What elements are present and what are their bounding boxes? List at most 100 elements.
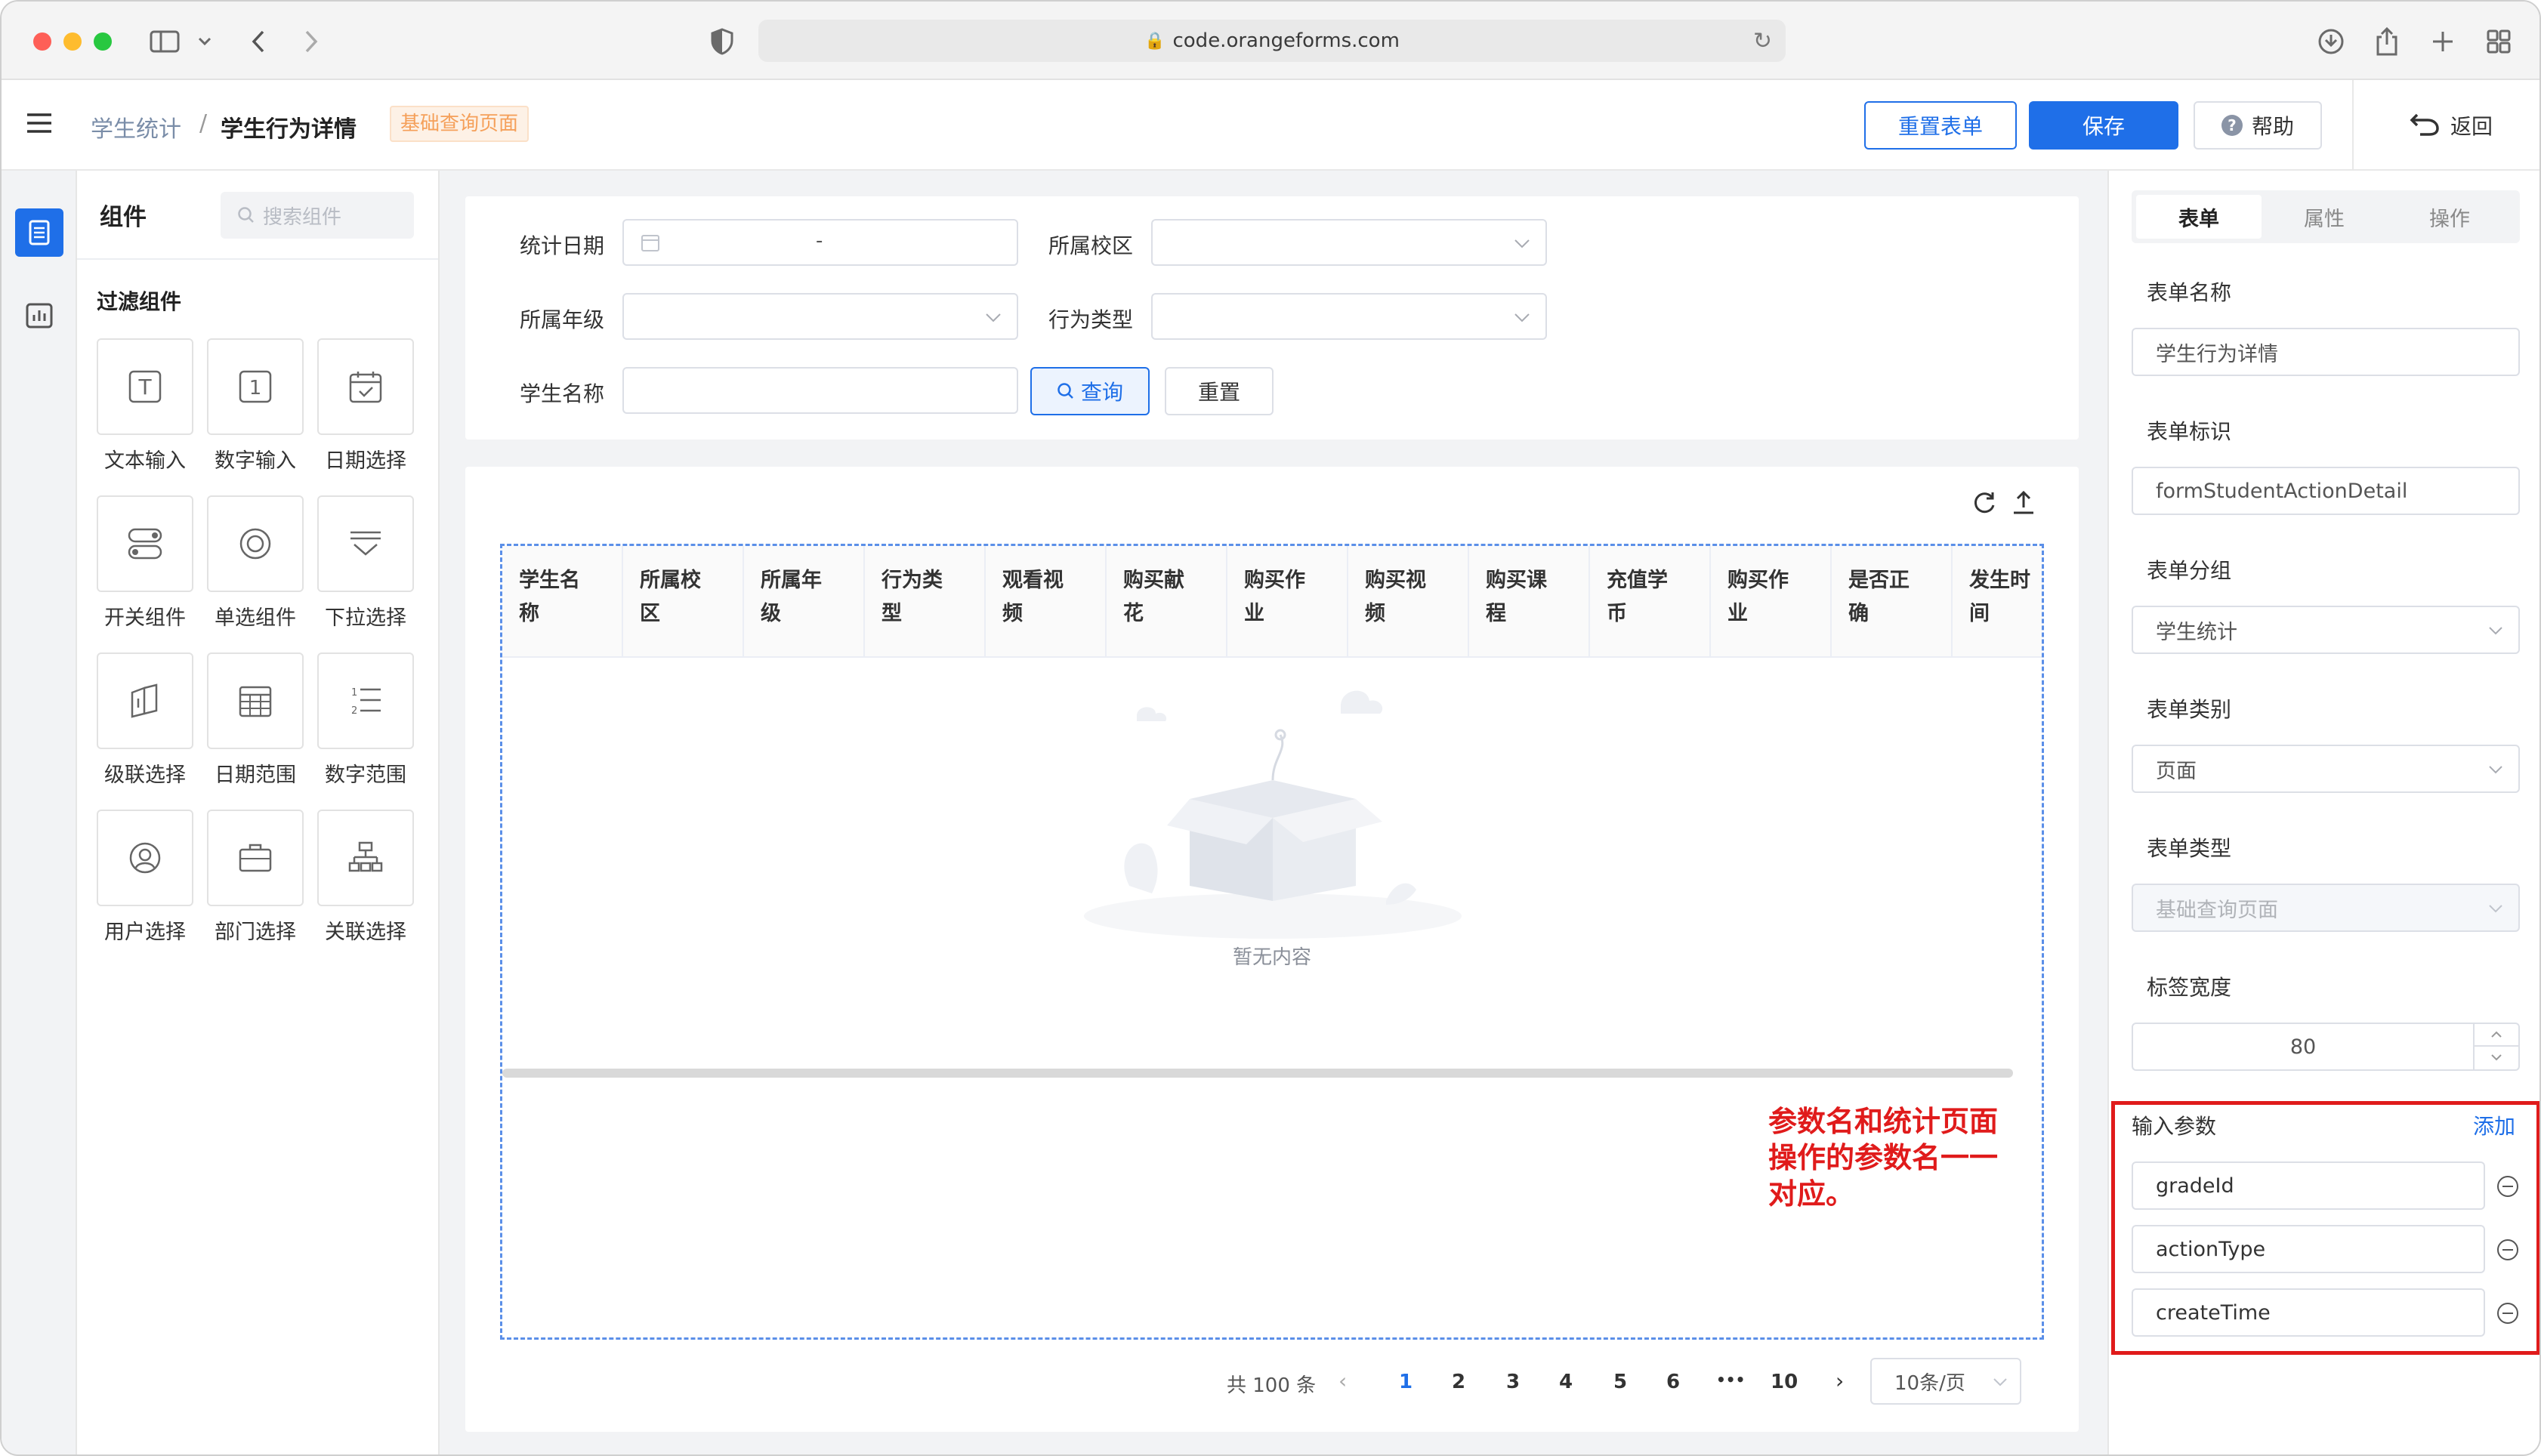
back-arrow-icon[interactable] bbox=[243, 24, 273, 59]
sidebar-toggle-icon[interactable] bbox=[148, 24, 181, 59]
new-tab-icon[interactable] bbox=[2426, 24, 2459, 59]
properties-panel: 表单 属性 操作 表单名称 学生行为详情 表单标识 formStudentAct… bbox=[2107, 171, 2539, 1454]
component-dept-select[interactable]: 部门选择 bbox=[207, 810, 304, 945]
page-size-select[interactable]: 10条/页 bbox=[1870, 1358, 2021, 1405]
component-palette: 组件 搜索组件 过滤组件 T 文本输入 1 数字输入 日期选择 开关组件 单选组… bbox=[77, 171, 440, 1454]
page-5[interactable]: 5 bbox=[1613, 1371, 1627, 1393]
tab-form[interactable]: 表单 bbox=[2136, 195, 2262, 239]
query-button[interactable]: 查询 bbox=[1030, 367, 1150, 415]
help-button[interactable]: ? 帮助 bbox=[2194, 101, 2322, 150]
component-dropdown[interactable]: 下拉选择 bbox=[317, 495, 414, 631]
column-header: 所属年级 bbox=[744, 546, 865, 656]
address-bar[interactable]: 🔒 code.orangeforms.com ↻ bbox=[758, 20, 1786, 62]
horizontal-scrollbar[interactable] bbox=[502, 1069, 2013, 1078]
stat-date-range-input[interactable]: - bbox=[622, 219, 1018, 266]
action-type-select[interactable] bbox=[1151, 293, 1547, 340]
stat-date-label: 统计日期 bbox=[520, 233, 605, 258]
component-date-picker[interactable]: 日期选择 bbox=[317, 338, 414, 474]
student-name-label: 学生名称 bbox=[520, 381, 605, 406]
remove-param-icon[interactable] bbox=[2497, 1303, 2518, 1324]
component-number-range[interactable]: 12 数字范围 bbox=[317, 652, 414, 788]
form-id-input[interactable]: formStudentActionDetail bbox=[2132, 467, 2520, 515]
form-name-input[interactable]: 学生行为详情 bbox=[2132, 328, 2520, 376]
column-header: 发生时间 bbox=[1969, 569, 2030, 625]
column-header: 购买视频 bbox=[1348, 546, 1469, 656]
label-width-stepper[interactable]: 80 bbox=[2132, 1023, 2520, 1071]
export-icon[interactable] bbox=[2011, 489, 2036, 518]
download-icon[interactable] bbox=[2314, 24, 2348, 59]
menu-icon[interactable] bbox=[26, 112, 53, 137]
form-id-label: 表单标识 bbox=[2147, 419, 2232, 444]
column-header: 充值学币 bbox=[1590, 546, 1711, 656]
component-number-input[interactable]: 1 数字输入 bbox=[207, 338, 304, 474]
component-user-select[interactable]: 用户选择 bbox=[97, 810, 193, 945]
component-cascade[interactable]: 级联选择 bbox=[97, 652, 193, 788]
add-param-link[interactable]: 添加 bbox=[2473, 1110, 2515, 1140]
component-radio[interactable]: 单选组件 bbox=[207, 495, 304, 631]
remove-param-icon[interactable] bbox=[2497, 1239, 2518, 1260]
chart-tab[interactable] bbox=[15, 292, 63, 340]
empty-box-illustration bbox=[1084, 690, 1462, 939]
page-10[interactable]: 10 bbox=[1771, 1371, 1798, 1393]
student-name-input[interactable] bbox=[622, 367, 1018, 414]
page-3[interactable]: 3 bbox=[1506, 1371, 1520, 1393]
prev-page-icon[interactable]: ‹ bbox=[1338, 1368, 1347, 1393]
share-icon[interactable] bbox=[2370, 24, 2404, 59]
tab-overview-icon[interactable] bbox=[2482, 24, 2515, 59]
back-button[interactable]: 返回 bbox=[2394, 101, 2508, 150]
page-2[interactable]: 2 bbox=[1452, 1371, 1465, 1393]
page-6[interactable]: 6 bbox=[1666, 1371, 1680, 1393]
decrement-icon[interactable] bbox=[2475, 1047, 2518, 1068]
save-button[interactable]: 保存 bbox=[2029, 101, 2178, 150]
stepper-controls bbox=[2473, 1024, 2518, 1069]
chevron-down-icon[interactable] bbox=[193, 24, 216, 59]
page-4[interactable]: 4 bbox=[1559, 1371, 1573, 1393]
calendar-icon bbox=[641, 235, 659, 251]
reload-icon[interactable]: ↻ bbox=[1753, 28, 1772, 54]
tab-actions[interactable]: 操作 bbox=[2387, 195, 2512, 239]
column-header: 购买作业 bbox=[1711, 546, 1832, 656]
grade-select[interactable] bbox=[622, 293, 1018, 340]
left-rail bbox=[2, 171, 77, 1454]
forward-arrow-icon[interactable] bbox=[296, 24, 326, 59]
form-category-select[interactable]: 页面 bbox=[2132, 745, 2520, 793]
close-window-button[interactable] bbox=[33, 32, 51, 51]
page-ellipsis[interactable]: ••• bbox=[1716, 1371, 1745, 1389]
next-page-icon[interactable]: › bbox=[1836, 1368, 1844, 1393]
maximize-window-button[interactable] bbox=[94, 32, 112, 51]
label-width-label: 标签宽度 bbox=[2147, 975, 2232, 1000]
param-input[interactable]: actionType bbox=[2132, 1225, 2485, 1273]
param-input[interactable]: gradeId bbox=[2132, 1161, 2485, 1210]
url-text: code.orangeforms.com bbox=[1172, 29, 1400, 52]
reset-button[interactable]: 重置 bbox=[1165, 367, 1274, 415]
remove-param-icon[interactable] bbox=[2497, 1176, 2518, 1197]
form-name-label: 表单名称 bbox=[2147, 280, 2232, 305]
text-input-icon: T bbox=[128, 370, 162, 403]
campus-select[interactable] bbox=[1151, 219, 1547, 266]
component-text-input[interactable]: T 文本输入 bbox=[97, 338, 193, 474]
question-icon: ? bbox=[2221, 115, 2243, 136]
shield-icon[interactable] bbox=[707, 24, 737, 59]
component-date-range[interactable]: 日期范围 bbox=[207, 652, 304, 788]
column-header: 行为类型 bbox=[865, 546, 986, 656]
form-design-tab[interactable] bbox=[15, 208, 63, 257]
header-divider bbox=[2352, 80, 2354, 169]
reset-form-button[interactable]: 重置表单 bbox=[1864, 101, 2017, 150]
page-size-value: 10条/页 bbox=[1894, 1371, 1965, 1395]
increment-icon[interactable] bbox=[2475, 1024, 2518, 1047]
palette-divider bbox=[77, 258, 438, 260]
param-input[interactable]: createTime bbox=[2132, 1288, 2485, 1337]
minimize-window-button[interactable] bbox=[63, 32, 82, 51]
breadcrumb-root[interactable]: 学生统计 bbox=[91, 110, 181, 143]
component-relation-select[interactable]: 关联选择 bbox=[317, 810, 414, 945]
form-group-select[interactable]: 学生统计 bbox=[2132, 606, 2520, 654]
column-header: 所属校区 bbox=[623, 546, 744, 656]
tab-attributes[interactable]: 属性 bbox=[2262, 195, 2387, 239]
refresh-icon[interactable] bbox=[1971, 489, 1997, 518]
chevron-down-icon bbox=[2489, 766, 2502, 774]
search-icon bbox=[1057, 383, 1073, 399]
component-switch[interactable]: 开关组件 bbox=[97, 495, 193, 631]
component-search-input[interactable]: 搜索组件 bbox=[221, 192, 414, 239]
page-1[interactable]: 1 bbox=[1399, 1371, 1413, 1393]
date-range-separator: - bbox=[816, 230, 823, 252]
